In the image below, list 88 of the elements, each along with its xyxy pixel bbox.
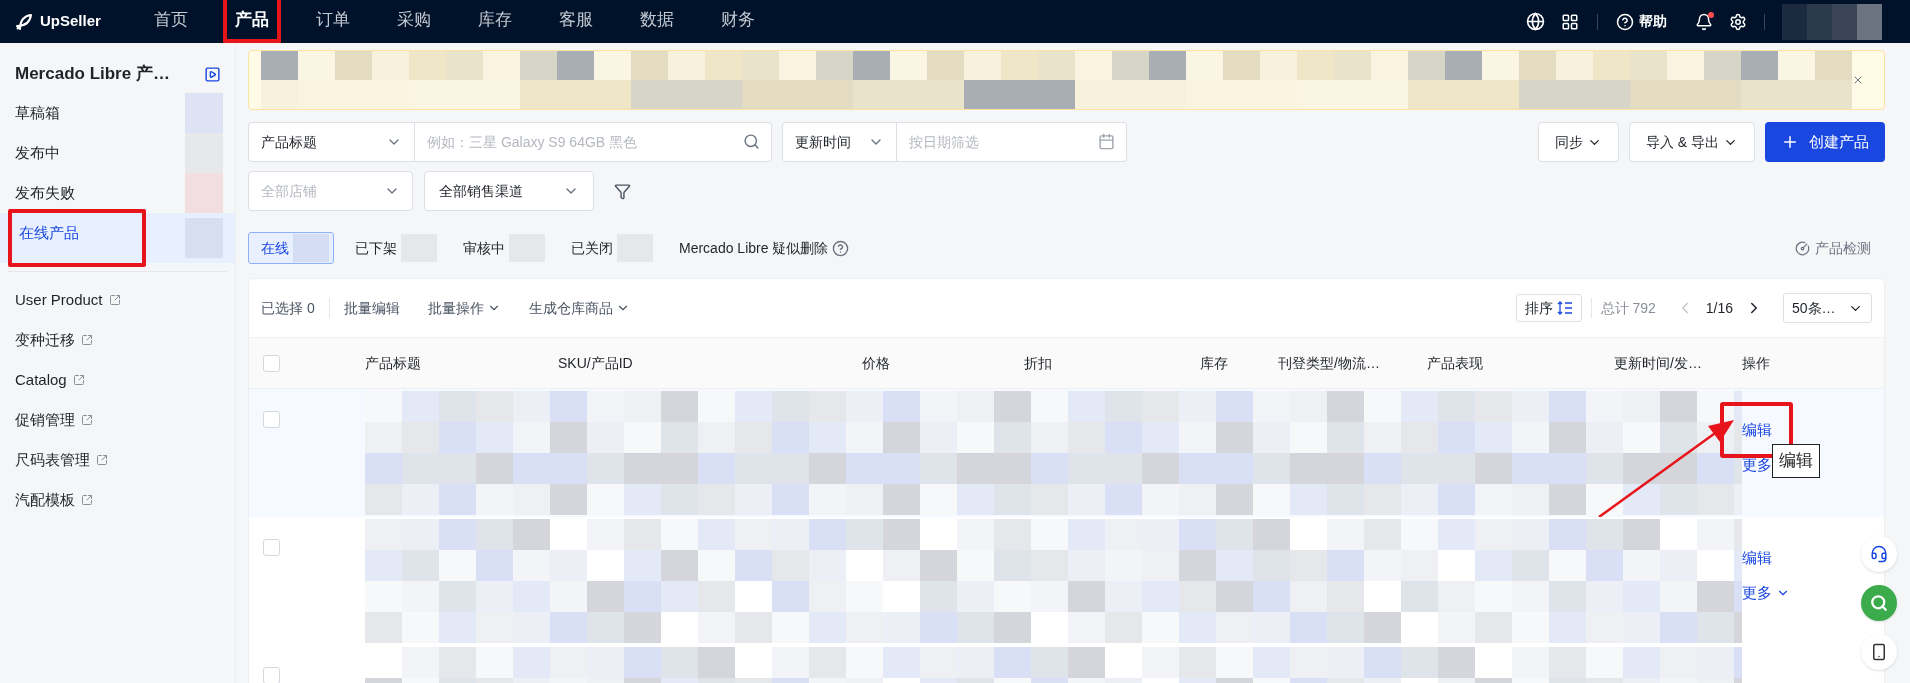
status-tab[interactable]: 在线 [248, 232, 334, 264]
dropdown-button[interactable]: 导入 & 导出 [1628, 122, 1755, 162]
column-header: 操作 [1742, 353, 1771, 373]
help-button[interactable]: 帮助 [1616, 11, 1667, 32]
tooltip: 编辑 [1772, 444, 1820, 478]
search-icon [743, 133, 760, 150]
date-field[interactable]: 按日期筛选 [897, 122, 1127, 162]
nav-tab[interactable]: 订单 [303, 0, 362, 43]
sort-icon [1556, 300, 1573, 316]
search-icon [1870, 594, 1888, 612]
selected-count: 已选择 0 [261, 298, 315, 318]
column-header: 产品标题 [365, 353, 422, 373]
product-inspection-link[interactable]: 产品检测 [1795, 237, 1871, 259]
page-size-select[interactable]: 50条… [1783, 293, 1872, 323]
sidebar-title: Mercado Libre 产… [15, 63, 170, 86]
plus-icon [1781, 133, 1799, 151]
page-indicator: 1/16 [1705, 298, 1733, 318]
sort-button[interactable]: 排序 [1515, 294, 1582, 322]
status-tab[interactable]: 已下架 [342, 232, 442, 264]
pixelated-redaction [185, 133, 223, 173]
checkbox[interactable] [263, 667, 280, 683]
create-product-button[interactable]: 创建产品 [1765, 122, 1885, 162]
nav-tab[interactable]: 采购 [384, 0, 443, 43]
sidebar-item[interactable]: 尺码表管理 [8, 440, 235, 480]
pixelated-redaction [293, 234, 329, 262]
external-link-icon [96, 454, 108, 466]
column-header: 更新时间/发… [1614, 353, 1703, 373]
bulk-action-button[interactable]: 批量操作 [427, 297, 501, 319]
language-globe-icon[interactable] [1526, 12, 1545, 31]
more-link[interactable]: 更多 [1742, 454, 1772, 477]
gauge-icon [1795, 240, 1810, 256]
sidebar-item[interactable]: 变种迁移 [8, 320, 235, 360]
status-tab[interactable]: 已关闭 [558, 232, 658, 264]
field-select[interactable]: 产品标题 [248, 122, 415, 162]
column-header: 产品表现 [1427, 353, 1484, 373]
external-link-icon [72, 374, 85, 386]
external-link-icon [81, 414, 93, 426]
nav-tab[interactable]: 数据 [627, 0, 686, 43]
checkbox[interactable] [263, 354, 280, 372]
column-header: 价格 [862, 353, 891, 373]
sidebar-item[interactable]: 促销管理 [8, 400, 235, 440]
date-type-select[interactable]: 更新时间 [782, 122, 897, 162]
total-count: 总计 792 [1600, 298, 1656, 318]
edit-link[interactable]: 编辑 [1742, 546, 1772, 570]
apps-icon[interactable] [1561, 12, 1579, 31]
nav-tab[interactable]: 客服 [546, 0, 605, 43]
brand-name: UpSeller [40, 11, 101, 32]
filter-icon[interactable] [614, 182, 631, 200]
bulk-action-button[interactable]: 批量编辑 [343, 297, 400, 319]
checkbox[interactable] [263, 539, 280, 556]
column-header: 折扣 [1024, 353, 1053, 373]
search-button[interactable] [1861, 585, 1897, 621]
external-link-icon [108, 294, 121, 306]
collapse-icon[interactable] [204, 65, 221, 83]
calendar-icon [1098, 133, 1115, 150]
logo-icon [14, 11, 34, 32]
sidebar-item[interactable]: 汽配模板 [8, 480, 235, 520]
pixelated-redaction [185, 93, 223, 133]
sidebar-item[interactable]: 草稿箱 [8, 93, 185, 133]
headset-icon [1870, 545, 1888, 563]
sidebar-item[interactable]: 发布失败 [8, 173, 185, 213]
dropdown-button[interactable]: 同步 [1537, 122, 1619, 162]
search-field[interactable]: 例如：三星 Galaxy S9 64GB 黑色 [415, 122, 772, 162]
nav-tab[interactable]: 库存 [465, 0, 524, 43]
channel-select[interactable]: 全部销售渠道 [424, 171, 594, 211]
sidebar-item[interactable]: User Product [8, 280, 235, 320]
notification-bell-icon[interactable] [1695, 12, 1713, 31]
settings-icon[interactable] [1729, 12, 1747, 31]
external-link-icon [81, 334, 93, 346]
bulk-action-button[interactable]: 生成仓库商品 [528, 297, 630, 319]
edit-link[interactable]: 编辑 [1742, 418, 1772, 442]
column-header: 库存 [1200, 353, 1229, 373]
phone-icon [1870, 643, 1888, 661]
nav-tab[interactable]: 财务 [708, 0, 767, 43]
status-tab[interactable]: 审核中 [450, 232, 550, 264]
customer-service-button[interactable] [1861, 536, 1897, 572]
column-header: 刊登类型/物流… [1278, 353, 1381, 373]
external-link-icon [81, 494, 93, 506]
status-tab[interactable]: Mercado Libre 疑似删除 [666, 232, 855, 264]
sidebar-item[interactable]: Catalog [8, 360, 235, 400]
mobile-app-button[interactable] [1861, 634, 1897, 670]
sidebar-item[interactable]: 发布中 [8, 133, 185, 173]
help-icon [1616, 12, 1634, 31]
more-link[interactable]: 更多 [1742, 582, 1790, 605]
checkbox[interactable] [263, 411, 280, 428]
pixelated-redaction [185, 173, 223, 213]
nav-tab[interactable]: 首页 [141, 0, 200, 43]
column-header: SKU/产品ID [558, 353, 634, 373]
